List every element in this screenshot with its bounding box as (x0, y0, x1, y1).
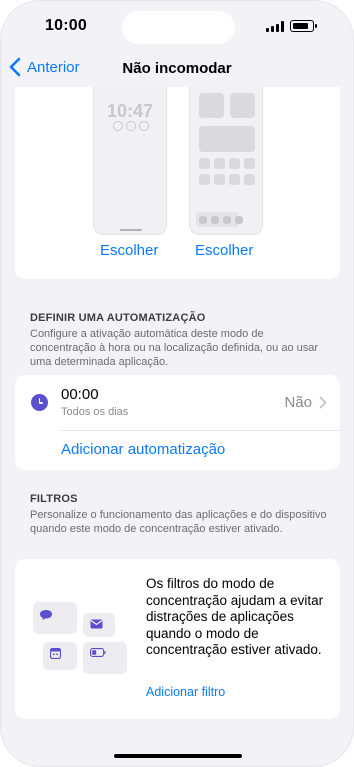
choose-home-screen-button[interactable]: Escolher (195, 242, 253, 259)
divider (61, 430, 340, 431)
status-time: 10:00 (45, 17, 87, 34)
add-filter-button[interactable]: Adicionar filtro (146, 685, 225, 699)
navigation-bar: Anterior Não incomodar (1, 53, 353, 87)
battery-widget-tile (83, 642, 127, 674)
home-screen-preview[interactable] (189, 87, 263, 235)
screen-preview-card: 10:47 Escolher Escolher (15, 87, 340, 279)
battery-widget-icon (90, 648, 106, 657)
battery-level (292, 22, 308, 29)
app-tile (229, 174, 240, 185)
automation-status: Não (284, 394, 312, 411)
add-automation-button[interactable]: Adicionar automatização (61, 441, 225, 458)
automation-days: Todos os dias (61, 406, 129, 418)
lock-screen-preview[interactable]: 10:47 (93, 87, 167, 235)
filters-section-title: FILTROS (30, 493, 78, 505)
widget-tile (199, 126, 255, 152)
widget-tile (230, 93, 255, 118)
automation-section-title: DEFINIR UMA AUTOMATIZAÇÃO (30, 312, 206, 324)
app-tile (229, 158, 240, 169)
automation-section-header: DEFINIR UMA AUTOMATIZAÇÃO Configure a at… (30, 312, 330, 369)
signal-icon (266, 21, 284, 32)
app-tile (199, 174, 210, 185)
widget-tile (199, 93, 224, 118)
phone-screen: 10:00 Anterior Não incomodar 10:47 Escol… (0, 0, 354, 767)
status-bar: 10:00 (1, 1, 353, 51)
filters-section-description: Personalize o funcionamento das aplicaçõ… (30, 509, 327, 535)
app-tile (199, 158, 210, 169)
filters-explanation: Os filtros do modo de concentração ajuda… (146, 576, 324, 657)
lock-screen-widgets (113, 121, 149, 131)
lock-screen-time: 10:47 (106, 101, 154, 121)
calendar-icon (50, 648, 61, 659)
calendar-tile (43, 642, 77, 670)
clock-icon (31, 394, 48, 411)
automation-time[interactable]: 00:00 (61, 386, 99, 403)
dock-app (223, 216, 231, 224)
choose-lock-screen-button[interactable]: Escolher (100, 242, 158, 259)
home-indicator (114, 754, 242, 758)
message-tile (33, 602, 77, 634)
app-tile (214, 174, 225, 185)
automation-section-description: Configure a ativação automática deste mo… (30, 328, 319, 368)
dock-app (211, 216, 219, 224)
page-title: Não incomodar (122, 60, 232, 77)
battery-icon (290, 20, 317, 32)
filters-card: Os filtros do modo de concentração ajuda… (15, 559, 340, 719)
mail-icon (90, 619, 103, 629)
filters-section-header: FILTROS Personalize o funcionamento das … (30, 493, 330, 536)
app-tile (214, 158, 225, 169)
app-tile (244, 174, 255, 185)
message-icon (40, 610, 52, 620)
app-tile (244, 158, 255, 169)
home-indicator-mini (120, 229, 142, 231)
dock-app (235, 216, 243, 224)
dynamic-island (122, 11, 235, 44)
chevron-right-icon (319, 396, 327, 409)
dock-app (199, 216, 207, 224)
mail-tile (83, 613, 115, 637)
automation-card: 00:00 Todos os dias Não Adicionar automa… (15, 375, 340, 470)
